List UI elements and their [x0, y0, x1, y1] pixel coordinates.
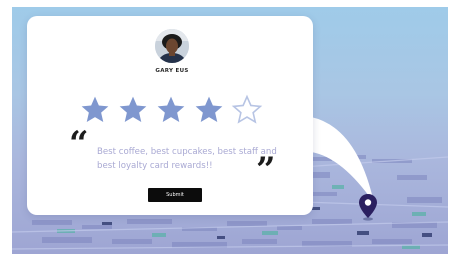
user-name: GARY EUS — [155, 68, 189, 74]
review-card: GARY EUS “ Best coffee, best cupcakes, b… — [27, 16, 313, 215]
star-3-filled-icon[interactable] — [155, 94, 187, 126]
star-1-filled-icon[interactable] — [79, 94, 111, 126]
star-5-empty-icon[interactable] — [231, 94, 263, 126]
star-rating[interactable] — [79, 94, 269, 130]
star-4-filled-icon[interactable] — [193, 94, 225, 126]
app-frame: GARY EUS “ Best coffee, best cupcakes, b… — [12, 7, 448, 254]
close-quote-icon: ” — [256, 150, 276, 190]
star-2-filled-icon[interactable] — [117, 94, 149, 126]
open-quote-icon: “ — [69, 124, 89, 164]
map-pin-icon[interactable] — [358, 193, 378, 221]
user-avatar — [155, 29, 189, 63]
submit-button[interactable]: Submit — [148, 188, 202, 202]
